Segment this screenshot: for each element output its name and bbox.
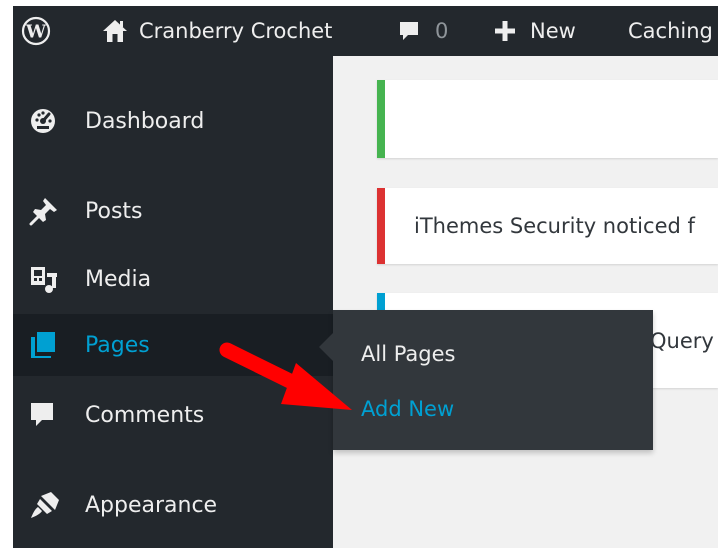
new-content-link[interactable]: New bbox=[494, 6, 576, 56]
site-name-link[interactable]: Cranberry Crochet bbox=[101, 6, 332, 56]
sidebar-item-appearance[interactable]: Appearance bbox=[13, 474, 333, 536]
notice-status-bar bbox=[377, 80, 385, 158]
pin-icon bbox=[29, 196, 59, 226]
comments-link[interactable]: 0 bbox=[397, 6, 448, 56]
comment-icon bbox=[29, 401, 55, 429]
svg-text:W: W bbox=[25, 22, 47, 43]
sidebar-item-posts[interactable]: Posts bbox=[13, 180, 333, 242]
caching-label: Caching bbox=[628, 19, 713, 43]
sidebar-item-pages[interactable]: Pages bbox=[13, 314, 333, 376]
sidebar-item-dashboard[interactable]: Dashboard bbox=[13, 90, 333, 152]
sidebar-item-label: Pages bbox=[85, 332, 150, 358]
submenu-item-add-new[interactable]: Add New bbox=[361, 397, 454, 421]
notice-status-bar bbox=[377, 188, 385, 264]
submenu-item-all-pages[interactable]: All Pages bbox=[361, 342, 456, 366]
screenshot-frame: W Cranberry Crochet 0 New Caching Dashbo… bbox=[0, 0, 718, 548]
sidebar-item-label: Comments bbox=[85, 402, 205, 428]
media-icon bbox=[29, 264, 59, 294]
comment-bubble-icon bbox=[397, 19, 421, 43]
brush-icon bbox=[29, 490, 61, 520]
pages-icon bbox=[29, 330, 57, 360]
new-label: New bbox=[530, 19, 576, 43]
site-name-label: Cranberry Crochet bbox=[139, 19, 333, 43]
sidebar-item-label: Appearance bbox=[85, 492, 218, 518]
sidebar-item-label: Posts bbox=[85, 198, 143, 224]
sidebar-item-label: Dashboard bbox=[85, 108, 205, 134]
caching-link[interactable]: Caching bbox=[628, 6, 713, 56]
wordpress-logo-icon: W bbox=[21, 16, 51, 46]
home-icon bbox=[101, 18, 129, 44]
sidebar-item-media[interactable]: Media bbox=[13, 248, 333, 310]
notice-error: iThemes Security noticed f bbox=[377, 188, 718, 264]
submenu-caret bbox=[319, 333, 333, 361]
dashboard-icon bbox=[29, 107, 57, 135]
sidebar-item-comments[interactable]: Comments bbox=[13, 384, 333, 446]
admin-sidebar-menu: Dashboard Posts Media Pages Comments App… bbox=[13, 56, 333, 548]
main-content: iThemes Security noticed f Query bbox=[333, 56, 718, 548]
comments-count: 0 bbox=[435, 19, 449, 43]
admin-bar: W Cranberry Crochet 0 New Caching bbox=[13, 6, 718, 56]
wordpress-logo-button[interactable]: W bbox=[15, 6, 57, 56]
sidebar-item-label: Media bbox=[85, 266, 152, 292]
plus-icon bbox=[494, 20, 516, 42]
notice-text: Query bbox=[650, 328, 714, 353]
notice-success bbox=[377, 80, 718, 158]
pages-submenu: All Pages Add New bbox=[319, 310, 653, 450]
notice-text: iThemes Security noticed f bbox=[414, 214, 695, 238]
